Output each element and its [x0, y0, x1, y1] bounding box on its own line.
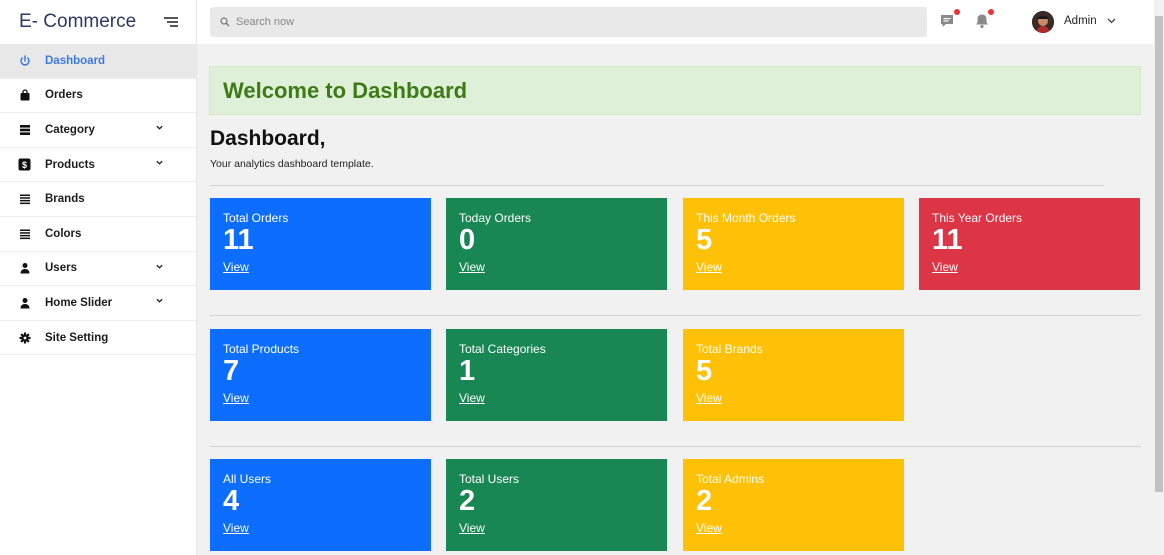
view-link[interactable]: View [696, 521, 722, 535]
scrollbar[interactable] [1154, 0, 1164, 555]
sidebar-item-users[interactable]: Users [0, 252, 196, 287]
stat-card-total-orders: Total Orders 11 View [210, 198, 431, 290]
stat-value: 11 [223, 224, 254, 256]
brand-row: E- Commerce [0, 0, 196, 44]
sidebar-item-label: Brands [45, 193, 85, 206]
stat-label: This Year Orders [932, 211, 1023, 225]
divider [210, 185, 1104, 186]
sidebar-item-orders[interactable]: Orders [0, 79, 196, 114]
search-box [210, 7, 927, 37]
stat-label: Total Categories [459, 342, 546, 356]
search-input[interactable] [236, 16, 836, 28]
bell-icon[interactable] [973, 9, 994, 30]
dollar-icon: $ [18, 158, 31, 171]
view-link[interactable]: View [223, 260, 249, 274]
stat-card-total-users: Total Users 2 View [446, 459, 667, 551]
view-link[interactable]: View [223, 391, 249, 405]
view-link[interactable]: View [223, 521, 249, 535]
view-link[interactable]: View [696, 260, 722, 274]
sidebar-item-label: Colors [45, 227, 82, 240]
stat-card-total-categories: Total Categories 1 View [446, 329, 667, 421]
user-icon [18, 262, 31, 275]
stat-card-total-admins: Total Admins 2 View [683, 459, 904, 551]
stat-value: 2 [696, 485, 713, 517]
notification-dot [954, 9, 960, 15]
stat-value: 2 [459, 485, 476, 517]
view-link[interactable]: View [459, 260, 485, 274]
stat-label: Total Brands [696, 342, 763, 356]
stat-value: 11 [932, 224, 963, 256]
view-link[interactable]: View [459, 521, 485, 535]
page-title: Dashboard, [210, 127, 326, 150]
message-icon[interactable] [939, 9, 960, 30]
sidebar-item-label: Home Slider [45, 296, 113, 309]
divider [210, 446, 1141, 447]
stat-card-total-products: Total Products 7 View [210, 329, 431, 421]
sidebar-item-label: Category [45, 123, 95, 136]
topbar: Admin [197, 0, 1154, 44]
sidebar-item-products[interactable]: $ Products [0, 148, 196, 183]
chevron-down-icon [156, 298, 163, 303]
sidebar-item-dashboard[interactable]: Dashboard [0, 44, 196, 79]
stat-value: 5 [696, 355, 713, 387]
stat-label: Total Admins [696, 472, 765, 486]
list-icon [18, 123, 31, 136]
view-link[interactable]: View [696, 391, 722, 405]
sidebar-item-label: Dashboard [45, 54, 106, 67]
sidebar-item-category[interactable]: Category [0, 113, 196, 148]
lines-icon [18, 227, 31, 240]
scrollbar-thumb[interactable] [1155, 16, 1163, 492]
search-icon [220, 17, 230, 27]
stat-label: Total Products [223, 342, 300, 356]
chevron-down-icon [156, 160, 163, 165]
chevron-down-icon [156, 125, 163, 130]
view-link[interactable]: View [932, 260, 958, 274]
welcome-title: Welcome to Dashboard [223, 77, 468, 103]
user-icon [18, 296, 31, 309]
stat-card-all-users: All Users 4 View [210, 459, 431, 551]
sidebar: E- Commerce Dashboard Orders Category $ … [0, 0, 197, 555]
svg-text:$: $ [22, 160, 27, 170]
notification-dot [988, 9, 994, 15]
sidebar-item-home-slider[interactable]: Home Slider [0, 286, 196, 321]
sidebar-item-brands[interactable]: Brands [0, 182, 196, 217]
stat-value: 0 [459, 224, 476, 256]
user-name[interactable]: Admin [1064, 15, 1097, 27]
welcome-banner: Welcome to Dashboard [209, 66, 1141, 115]
lines-icon [18, 193, 31, 206]
stat-label: Total Orders [223, 211, 289, 225]
avatar[interactable] [1032, 11, 1054, 33]
sidebar-toggle-icon[interactable] [164, 17, 178, 27]
stat-label: Today Orders [459, 211, 532, 225]
stat-value: 4 [223, 485, 240, 517]
stat-card-total-brands: Total Brands 5 View [683, 329, 904, 421]
chevron-down-icon[interactable] [1107, 18, 1116, 24]
view-link[interactable]: View [459, 391, 485, 405]
stat-value: 5 [696, 224, 713, 256]
sidebar-item-site-setting[interactable]: Site Setting [0, 321, 196, 356]
stat-label: All Users [223, 472, 272, 486]
divider [210, 315, 1141, 316]
page-subtitle: Your analytics dashboard template. [210, 158, 374, 170]
brand-title[interactable]: E- Commerce [19, 11, 136, 33]
chevron-down-icon [156, 264, 163, 269]
sidebar-item-label: Products [45, 158, 95, 171]
sidebar-item-label: Site Setting [45, 331, 109, 344]
stat-value: 7 [223, 355, 240, 387]
power-icon [18, 54, 31, 67]
stat-value: 1 [459, 355, 476, 387]
gear-icon [18, 331, 31, 344]
sidebar-item-colors[interactable]: Colors [0, 217, 196, 252]
bag-icon [18, 89, 31, 102]
sidebar-item-label: Orders [45, 89, 83, 102]
stat-label: Total Users [459, 472, 520, 486]
stat-card-year-orders: This Year Orders 11 View [919, 198, 1140, 290]
stat-card-today-orders: Today Orders 0 View [446, 198, 667, 290]
sidebar-item-label: Users [45, 262, 77, 275]
stat-card-month-orders: This Month Orders 5 View [683, 198, 904, 290]
stat-label: This Month Orders [696, 211, 796, 225]
